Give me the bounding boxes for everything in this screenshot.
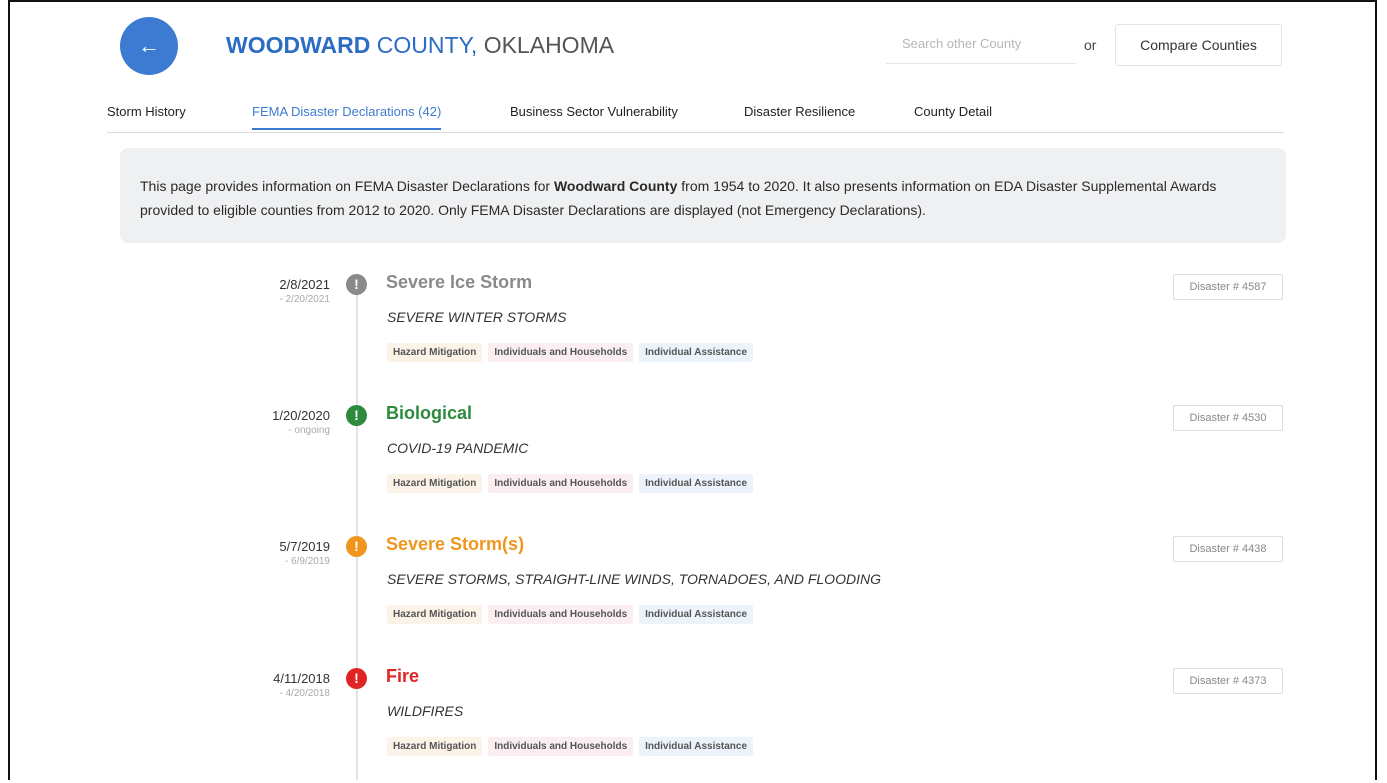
tag-individuals-households: Individuals and Households: [488, 737, 634, 756]
event-end-date: - 6/9/2019: [284, 556, 330, 567]
back-button[interactable]: ←: [120, 17, 178, 75]
event-start-date: 2/8/2021: [279, 277, 330, 292]
event-tags: Hazard Mitigation Individuals and Househo…: [387, 604, 759, 624]
event-title[interactable]: Biological: [386, 403, 472, 424]
compare-counties-button[interactable]: Compare Counties: [1115, 24, 1282, 66]
event-tags: Hazard Mitigation Individuals and Househo…: [387, 342, 759, 362]
event-start-date: 1/20/2020: [272, 408, 330, 423]
event-tags: Hazard Mitigation Individuals and Househo…: [387, 736, 759, 756]
event-subtitle: COVID-19 PANDEMIC: [387, 440, 529, 456]
event-subtitle: SEVERE WINTER STORMS: [387, 309, 567, 325]
tab-storm-history[interactable]: Storm History: [107, 104, 186, 128]
page-title: WOODWARD COUNTY, OKLAHOMA: [226, 32, 614, 59]
alert-icon: !: [346, 405, 367, 426]
event-tags: Hazard Mitigation Individuals and Househo…: [387, 473, 759, 493]
event-title[interactable]: Severe Storm(s): [386, 534, 524, 555]
tag-individual-assistance: Individual Assistance: [639, 343, 754, 362]
timeline-entry: 5/7/2019 - 6/9/2019 ! Severe Storm(s) SE…: [10, 534, 1375, 669]
tag-hazard-mitigation: Hazard Mitigation: [387, 605, 483, 624]
app-frame: ← WOODWARD COUNTY, OKLAHOMA or Compare C…: [8, 0, 1377, 780]
disaster-number-badge[interactable]: Disaster # 4530: [1173, 405, 1283, 431]
timeline-entry: 4/11/2018 - 4/20/2018 ! Fire WILDFIRES H…: [10, 666, 1375, 780]
tag-individual-assistance: Individual Assistance: [639, 605, 754, 624]
tag-hazard-mitigation: Hazard Mitigation: [387, 474, 483, 493]
event-subtitle: WILDFIRES: [387, 703, 464, 719]
tab-county-detail[interactable]: County Detail: [914, 104, 992, 128]
event-title[interactable]: Fire: [386, 666, 419, 687]
tab-business-sector-vulnerability[interactable]: Business Sector Vulnerability: [510, 104, 678, 128]
tag-hazard-mitigation: Hazard Mitigation: [387, 737, 483, 756]
timeline-entry: 2/8/2021 - 2/20/2021 ! Severe Ice Storm …: [10, 272, 1375, 407]
tag-individual-assistance: Individual Assistance: [639, 737, 754, 756]
alert-icon: !: [346, 668, 367, 689]
or-label: or: [1084, 37, 1097, 53]
tab-fema-disaster-declarations[interactable]: FEMA Disaster Declarations (42): [252, 104, 442, 130]
timeline-entry: 1/20/2020 - ongoing ! Biological COVID-1…: [10, 403, 1375, 538]
info-panel: This page provides information on FEMA D…: [120, 148, 1286, 243]
tag-individual-assistance: Individual Assistance: [639, 474, 754, 493]
tab-bar: Storm History FEMA Disaster Declarations…: [107, 98, 1284, 133]
event-title[interactable]: Severe Ice Storm: [386, 272, 532, 293]
county-suffix: COUNTY: [370, 32, 471, 58]
event-start-date: 5/7/2019: [279, 539, 330, 554]
disaster-number-badge[interactable]: Disaster # 4587: [1173, 274, 1283, 300]
county-name: WOODWARD: [226, 32, 371, 58]
disaster-number-badge[interactable]: Disaster # 4373: [1173, 668, 1283, 694]
tag-individuals-households: Individuals and Households: [488, 474, 634, 493]
event-end-date: - 4/20/2018: [279, 688, 330, 699]
event-end-date: - ongoing: [288, 425, 330, 436]
tag-individuals-households: Individuals and Households: [488, 605, 634, 624]
event-end-date: - 2/20/2021: [279, 294, 330, 305]
alert-icon: !: [346, 274, 367, 295]
info-text-part1: This page provides information on FEMA D…: [140, 178, 554, 194]
disaster-number-badge[interactable]: Disaster # 4438: [1173, 536, 1283, 562]
alert-icon: !: [346, 536, 367, 557]
state-name: OKLAHOMA: [477, 32, 615, 58]
search-county-input[interactable]: [886, 24, 1076, 64]
event-start-date: 4/11/2018: [273, 671, 330, 686]
tag-hazard-mitigation: Hazard Mitigation: [387, 343, 483, 362]
info-county-bold: Woodward County: [553, 178, 678, 194]
event-subtitle: SEVERE STORMS, STRAIGHT-LINE WINDS, TORN…: [387, 571, 881, 587]
tab-disaster-resilience[interactable]: Disaster Resilience: [744, 104, 855, 128]
arrow-left-icon: ←: [138, 33, 160, 58]
tag-individuals-households: Individuals and Households: [488, 343, 634, 362]
